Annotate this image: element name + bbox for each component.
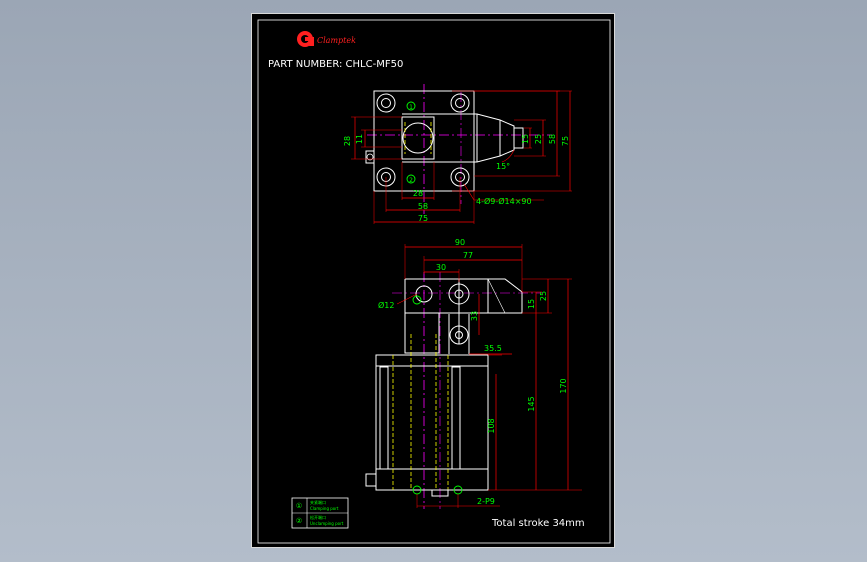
dim-30: 30 xyxy=(436,263,446,272)
dim-35-5: 35.5 xyxy=(484,344,502,353)
brand-name: Clamptek xyxy=(317,36,356,45)
legend-label-cn-2: 松开端口 xyxy=(310,514,326,520)
front-view: 90 77 30 15 25 33 35.5 Ø12 108 145 170 2… xyxy=(365,238,582,509)
dim-77: 77 xyxy=(463,251,473,260)
total-stroke: Total stroke 34mm xyxy=(491,518,585,529)
dim-75-bottom: 75 xyxy=(418,214,428,223)
dim-holes: 4-Ø9-Ø14×90 xyxy=(476,196,532,206)
dim-28-left: 28 xyxy=(343,136,352,146)
dim-33: 33 xyxy=(470,311,479,321)
dim-145: 145 xyxy=(527,396,536,411)
legend-label-en-1: Clamping port xyxy=(310,506,339,511)
top-view: 1 2 28 11 15 25 58 75 15° 28 58 75 4-Ø9-… xyxy=(343,84,572,224)
dim-90: 90 xyxy=(455,238,465,247)
cad-drawing: Clamptek PART NUMBER: CHLC-MF50 1 2 28 1… xyxy=(257,19,611,544)
dim-25-front: 25 xyxy=(539,291,548,301)
dim-170: 170 xyxy=(559,378,568,393)
dim-ports: 2-P9 xyxy=(477,497,495,506)
legend-symbol-2: ② xyxy=(296,517,302,525)
part-number: PART NUMBER: CHLC-MF50 xyxy=(268,59,403,70)
legend-label-cn-1: 夹紧端口 xyxy=(310,499,326,505)
legend-label-en-2: Unclamping port xyxy=(310,521,344,526)
port-label-2: 2 xyxy=(409,177,413,184)
port-legend: ① 夹紧端口 Clamping port ② 松开端口 Unclamping p… xyxy=(291,497,349,529)
dim-dia-12: Ø12 xyxy=(378,300,394,310)
drawing-sheet: Clamptek PART NUMBER: CHLC-MF50 1 2 28 1… xyxy=(251,13,615,548)
dim-15-front: 15 xyxy=(527,299,536,309)
legend-symbol-1: ① xyxy=(296,502,302,510)
dim-angle-15: 15° xyxy=(496,162,510,171)
dim-58-right: 58 xyxy=(548,134,557,144)
dim-11: 11 xyxy=(355,134,364,144)
dim-15-top: 15 xyxy=(521,134,530,144)
brand-logo: Clamptek xyxy=(297,31,356,47)
dim-25-top: 25 xyxy=(534,134,543,144)
dim-75-right: 75 xyxy=(561,136,570,146)
port-label-1: 1 xyxy=(409,104,413,111)
dim-108: 108 xyxy=(487,418,496,433)
dim-58-bottom: 58 xyxy=(418,202,428,211)
dim-28-bottom: 28 xyxy=(413,189,423,198)
